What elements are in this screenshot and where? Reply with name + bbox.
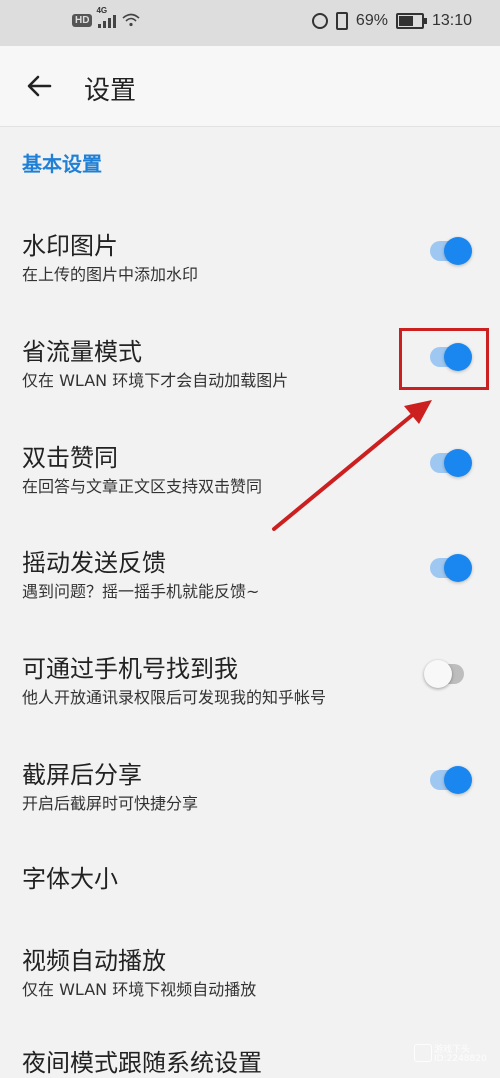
section-title-basic: 基本设置 [22,152,102,176]
watermark-logo-icon [414,1044,432,1062]
setting-title: 双击赞同 [22,444,118,472]
watermark: 游戏下头 ID:2248820 [414,1040,500,1070]
setting-row-shake-feedback[interactable]: 摇动发送反馈 遇到问题？摇一摇手机就能反馈~ [0,517,500,617]
setting-title: 视频自动播放 [22,947,166,975]
setting-row-watermark[interactable]: 水印图片 在上传的图片中添加水印 [0,200,500,300]
wifi-icon [122,13,140,27]
setting-row-double-tap[interactable]: 双击赞同 在回答与文章正文区支持双击赞同 [0,412,500,512]
battery-fill [398,16,413,26]
setting-subtitle: 在上传的图片中添加水印 [22,265,199,284]
setting-title: 截屏后分享 [22,761,142,789]
setting-subtitle: 遇到问题？摇一摇手机就能反馈~ [22,582,260,601]
toggle-switch[interactable] [430,237,472,265]
setting-subtitle: 在回答与文章正文区支持双击赞同 [22,477,263,496]
battery-percent: 69% [355,12,388,29]
toggle-switch[interactable] [430,449,472,477]
toggle-switch[interactable] [430,554,472,582]
setting-row-find-by-phone[interactable]: 可通过手机号找到我 他人开放通讯录权限后可发现我的知乎帐号 [0,623,500,723]
network-type: 4G [96,6,108,15]
status-bar: HD 4G 69% 13:10 [0,0,500,46]
hd-badge: HD [72,13,93,27]
battery-icon [395,13,427,29]
setting-row-font-size[interactable]: 字体大小 [0,835,500,915]
setting-title: 夜间模式跟随系统设置 [22,1049,262,1077]
app-bar: 设置 [0,46,500,127]
annotation-highlight-box [399,328,489,390]
toggle-switch[interactable] [424,660,464,688]
setting-row-video-autoplay[interactable]: 视频自动播放 仅在 WLAN 环境下视频自动播放 [0,915,500,1015]
watermark-line2: ID:2248820 [434,1054,487,1064]
signal-icon: 4G [96,6,117,28]
setting-title: 摇动发送反馈 [22,549,166,577]
setting-title: 水印图片 [22,232,118,260]
setting-row-screenshot-share[interactable]: 截屏后分享 开启后截屏时可快捷分享 [0,729,500,829]
setting-subtitle: 他人开放通讯录权限后可发现我的知乎帐号 [22,688,327,707]
clock: 13:10 [431,12,472,29]
setting-title: 字体大小 [22,865,118,893]
setting-title: 可通过手机号找到我 [22,655,238,683]
alarm-icon [311,13,328,29]
setting-subtitle: 仅在 WLAN 环境下视频自动播放 [22,980,257,999]
page-title: 设置 [84,76,137,106]
vibrate-icon [335,12,348,30]
toggle-switch[interactable] [430,766,472,794]
setting-title: 省流量模式 [22,338,142,366]
setting-subtitle: 仅在 WLAN 环境下才会自动加载图片 [22,371,289,390]
back-arrow-icon[interactable] [22,68,58,104]
setting-subtitle: 开启后截屏时可快捷分享 [22,794,199,813]
